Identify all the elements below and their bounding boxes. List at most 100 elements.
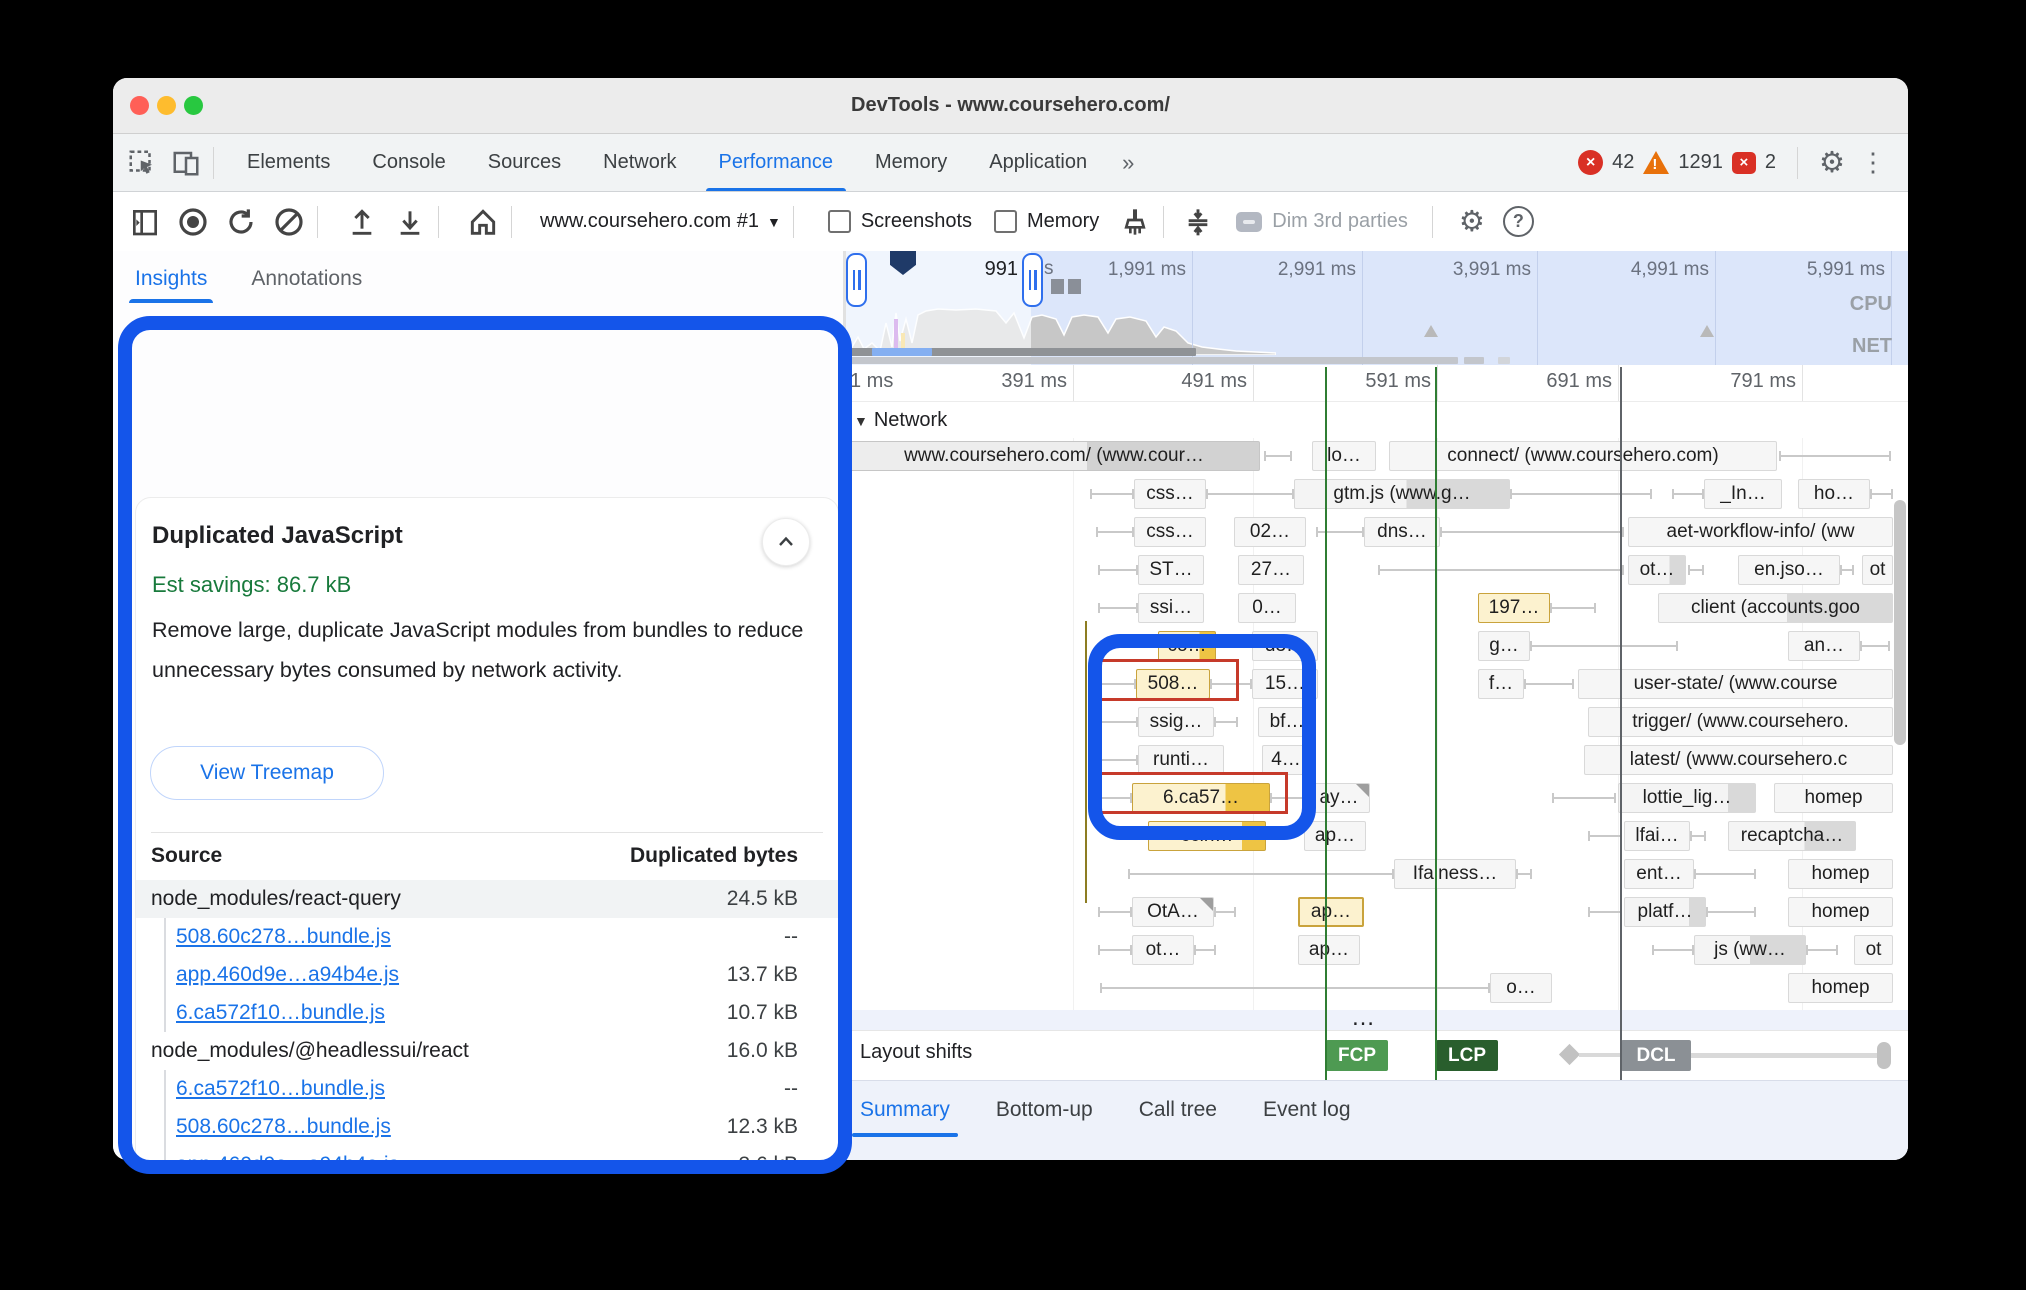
network-event[interactable]: www.coursehero.com/ (www.cour… [848, 441, 1260, 471]
details-tab-bottom-up[interactable]: Bottom-up [996, 1081, 1093, 1160]
collapse-tracks-icon[interactable] [1182, 206, 1214, 238]
layout-shift-diamond[interactable] [1559, 1044, 1580, 1065]
network-event[interactable]: ent… [1624, 859, 1694, 889]
network-event[interactable]: ot… [1628, 555, 1686, 585]
network-event[interactable]: connect/ (www.coursehero.com) [1389, 441, 1777, 471]
network-track-header[interactable]: ▼Network [846, 402, 947, 438]
network-event[interactable]: trigger/ (www.coursehero. [1588, 707, 1893, 737]
screenshots-checkbox[interactable] [828, 210, 851, 233]
request-whisker [1128, 873, 1394, 875]
capture-settings-gear-icon[interactable]: ⚙ [1459, 207, 1485, 237]
reload-record-icon[interactable] [225, 206, 257, 238]
network-event[interactable]: css… [1134, 479, 1206, 509]
toggle-sidebar-icon[interactable] [129, 206, 161, 238]
selection-left-handle[interactable] [846, 253, 867, 307]
tab-performance[interactable]: Performance [698, 134, 855, 191]
memory-checkbox[interactable] [994, 210, 1017, 233]
tab-memory[interactable]: Memory [854, 134, 968, 191]
sidebar-tab-insights[interactable]: Insights [135, 267, 207, 303]
network-event[interactable]: g… [1478, 631, 1530, 661]
help-icon[interactable]: ? [1503, 206, 1534, 237]
network-event[interactable]: lfai… [1624, 821, 1690, 851]
tab-sources[interactable]: Sources [467, 134, 582, 191]
network-event[interactable]: dns… [1364, 517, 1440, 547]
network-event[interactable]: homep [1788, 859, 1893, 889]
network-event[interactable]: o… [1490, 973, 1552, 1003]
tab-application[interactable]: Application [968, 134, 1108, 191]
memory-label[interactable]: Memory [1027, 210, 1099, 233]
network-event[interactable]: ay… [1308, 783, 1370, 813]
request-whisker [1690, 835, 1706, 837]
network-event[interactable]: 02… [1234, 517, 1306, 547]
details-tab-summary[interactable]: Summary [860, 1081, 950, 1160]
network-event[interactable]: OtA… [1132, 897, 1214, 927]
network-overflow-strip[interactable]: … [846, 1010, 1908, 1030]
network-event[interactable]: ssi… [1138, 593, 1204, 623]
overview-tick-label: 3,991 ms [1381, 259, 1531, 281]
details-tab-event-log[interactable]: Event log [1263, 1081, 1351, 1160]
upload-profile-icon[interactable] [346, 206, 378, 238]
network-event[interactable]: ap… [1298, 935, 1360, 965]
network-event[interactable]: 0… [1238, 593, 1296, 623]
sidebar-tab-annotations[interactable]: Annotations [251, 267, 362, 303]
settings-gear-icon[interactable]: ⚙ [1819, 148, 1845, 178]
network-event[interactable]: client (accounts.goo [1658, 593, 1893, 623]
network-event[interactable]: ST… [1138, 555, 1204, 585]
tab-elements[interactable]: Elements [226, 134, 351, 191]
screenshots-label[interactable]: Screenshots [861, 210, 972, 233]
network-event[interactable]: homep [1788, 897, 1893, 927]
garbage-collect-icon[interactable] [1119, 206, 1151, 238]
network-event[interactable]: aet-workflow-info/ (ww [1628, 517, 1893, 547]
network-event[interactable]: latest/ (www.coursehero.c [1584, 745, 1893, 775]
network-event[interactable]: user-state/ (www.course [1578, 669, 1893, 699]
overflow-ellipsis[interactable]: … [1351, 1004, 1377, 1032]
warning-count[interactable]: 1291 [1678, 151, 1723, 174]
network-event[interactable]: js (ww… [1694, 935, 1806, 965]
error-icon[interactable]: × [1578, 150, 1603, 175]
network-event[interactable]: ap… [1304, 821, 1366, 851]
error-count[interactable]: 42 [1612, 151, 1634, 174]
record-icon[interactable] [177, 206, 209, 238]
network-event[interactable]: ot [1854, 935, 1893, 965]
selection-right-handle[interactable] [1022, 253, 1043, 307]
timeline-overview[interactable]: 1,991 ms2,991 ms3,991 ms4,991 ms5,991 ms… [846, 251, 1908, 365]
tab-console[interactable]: Console [351, 134, 466, 191]
clear-icon[interactable] [273, 206, 305, 238]
issue-count[interactable]: 2 [1765, 151, 1776, 174]
network-event[interactable]: f… [1478, 669, 1524, 699]
marker-badge-fcp[interactable]: FCP [1326, 1040, 1388, 1071]
inspect-element-icon[interactable] [127, 148, 157, 178]
network-event[interactable]: ot [1862, 555, 1893, 585]
home-icon[interactable] [467, 206, 499, 238]
network-event[interactable]: lo… [1312, 441, 1376, 471]
download-profile-icon[interactable] [394, 206, 426, 238]
warning-icon[interactable]: ! [1643, 151, 1669, 174]
tab-network[interactable]: Network [582, 134, 697, 191]
details-tab-call-tree[interactable]: Call tree [1139, 1081, 1217, 1160]
network-event[interactable]: _In… [1704, 479, 1782, 509]
network-event[interactable]: ap… [1298, 897, 1364, 927]
history-selector[interactable]: www.coursehero.com #1 ▼ [540, 210, 781, 233]
network-event[interactable]: css… [1134, 517, 1206, 547]
kebab-menu-icon[interactable]: ⋮ [1854, 147, 1892, 178]
issues-icon[interactable]: × [1732, 152, 1756, 174]
vertical-scrollbar[interactable] [1894, 500, 1906, 745]
network-event[interactable]: ho… [1798, 479, 1870, 509]
dim-3rd-parties-toggle[interactable] [1236, 212, 1262, 232]
network-event[interactable]: 197… [1478, 593, 1550, 623]
network-event[interactable]: homep [1774, 783, 1893, 813]
network-event[interactable]: Ifainess… [1394, 859, 1516, 889]
network-event[interactable]: 27… [1238, 555, 1304, 585]
network-event[interactable]: ot… [1132, 935, 1194, 965]
marker-badge-lcp[interactable]: LCP [1436, 1040, 1498, 1071]
more-tabs-button[interactable]: » [1108, 150, 1148, 176]
network-event[interactable]: homep [1788, 973, 1893, 1003]
device-toolbar-icon[interactable] [171, 148, 201, 178]
marker-badge-dcl[interactable]: DCL [1621, 1040, 1691, 1071]
network-event[interactable]: recaptcha… [1728, 821, 1856, 851]
network-event[interactable]: platf… [1624, 897, 1706, 927]
network-event[interactable]: an… [1788, 631, 1860, 661]
dim-3rd-parties-label[interactable]: Dim 3rd parties [1272, 210, 1408, 233]
network-event[interactable]: lottie_lig… [1618, 783, 1756, 813]
network-event[interactable]: en.jso… [1738, 555, 1840, 585]
